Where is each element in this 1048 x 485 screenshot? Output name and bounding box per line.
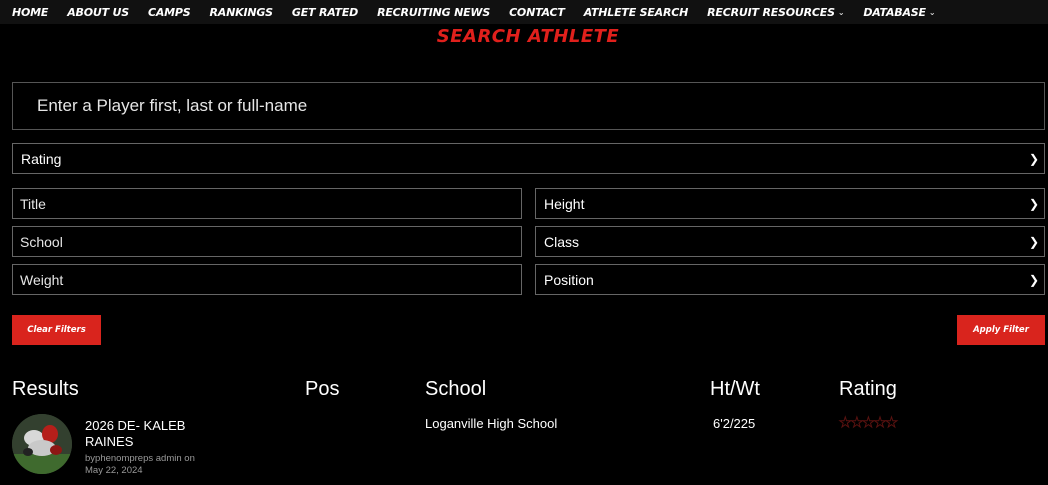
pos-header: Pos (305, 378, 340, 400)
weight-input[interactable] (20, 271, 521, 288)
nav-home[interactable]: HOME (12, 6, 48, 19)
clear-filters-button[interactable]: Clear Filters (12, 315, 101, 345)
school-field (12, 226, 522, 257)
star-icon: ★ (885, 414, 899, 431)
nav-about-us[interactable]: ABOUT US (67, 6, 129, 19)
nav-recruiting-news-label: RECRUITING NEWS (377, 5, 491, 19)
htwt-header: Ht/Wt (710, 378, 760, 400)
school-header: School (425, 378, 487, 400)
chevron-down-icon: ❯ (1028, 272, 1039, 287)
player-search-input[interactable] (37, 96, 1044, 116)
nav-home-label: HOME (12, 5, 49, 19)
nav-get-rated[interactable]: GET RATED (292, 6, 358, 19)
position-select-value: Position (544, 271, 594, 288)
class-select[interactable]: Class ❯ (535, 226, 1045, 257)
main-nav: HOME ABOUT US CAMPS RANKINGS GET RATED R… (0, 0, 1048, 24)
nav-get-rated-label: GET RATED (291, 5, 359, 19)
player-search-box (12, 82, 1045, 130)
rating-header: Rating (839, 378, 897, 400)
post-author: byphenompreps admin on (85, 453, 195, 464)
nav-recruiting-news[interactable]: RECRUITING NEWS (377, 6, 490, 19)
height-select[interactable]: Height ❯ (535, 188, 1045, 219)
nav-about-us-label: ABOUT US (67, 5, 129, 19)
rating-select[interactable]: Rating ❯ (12, 143, 1045, 174)
nav-camps-label: CAMPS (148, 5, 191, 19)
chevron-down-icon: ❯ (1028, 234, 1039, 249)
rating-select-value: Rating (21, 150, 62, 167)
class-select-value: Class (544, 233, 580, 250)
player-rating: ★ ★ ★ ★ ★ (839, 414, 899, 431)
title-input[interactable] (20, 195, 521, 212)
chevron-down-icon: ⌄ (928, 7, 936, 17)
post-date: May 22, 2024 (85, 465, 143, 476)
school-input[interactable] (20, 233, 521, 250)
chevron-down-icon: ❯ (1028, 151, 1039, 166)
nav-athlete-search-label: ATHLETE SEARCH (583, 5, 689, 19)
player-htwt: 6'2/225 (713, 416, 756, 431)
nav-contact[interactable]: CONTACT (509, 6, 565, 19)
results-header: Results (12, 378, 79, 400)
nav-camps[interactable]: CAMPS (148, 6, 191, 19)
nav-database-label: DATABASE (863, 5, 926, 19)
chevron-down-icon: ❯ (1028, 196, 1039, 211)
chevron-down-icon: ⌄ (837, 7, 845, 17)
nav-recruit-resources-label: RECRUIT RESOURCES (707, 5, 835, 19)
weight-field (12, 264, 522, 295)
post-meta: byphenompreps admin on May 22, 2024 (85, 453, 225, 477)
nav-contact-label: CONTACT (509, 5, 565, 19)
player-avatar[interactable] (12, 414, 72, 474)
player-name-link[interactable]: 2026 DE- KALEB RAINES (85, 418, 225, 450)
position-select[interactable]: Position ❯ (535, 264, 1045, 295)
player-photo (12, 414, 72, 474)
nav-rankings[interactable]: RANKINGS (209, 5, 274, 19)
nav-database[interactable]: DATABASE ⌄ (863, 6, 935, 19)
page-title: SEARCH ATHLETE (436, 26, 620, 47)
nav-athlete-search[interactable]: ATHLETE SEARCH (583, 5, 689, 19)
apply-filter-button[interactable]: Apply Filter (957, 315, 1045, 345)
player-school: Loganville High School (425, 416, 558, 431)
height-select-value: Height (544, 195, 585, 212)
nav-rankings-label: RANKINGS (209, 5, 274, 19)
title-field (12, 188, 522, 219)
nav-recruit-resources[interactable]: RECRUIT RESOURCES ⌄ (707, 6, 844, 19)
